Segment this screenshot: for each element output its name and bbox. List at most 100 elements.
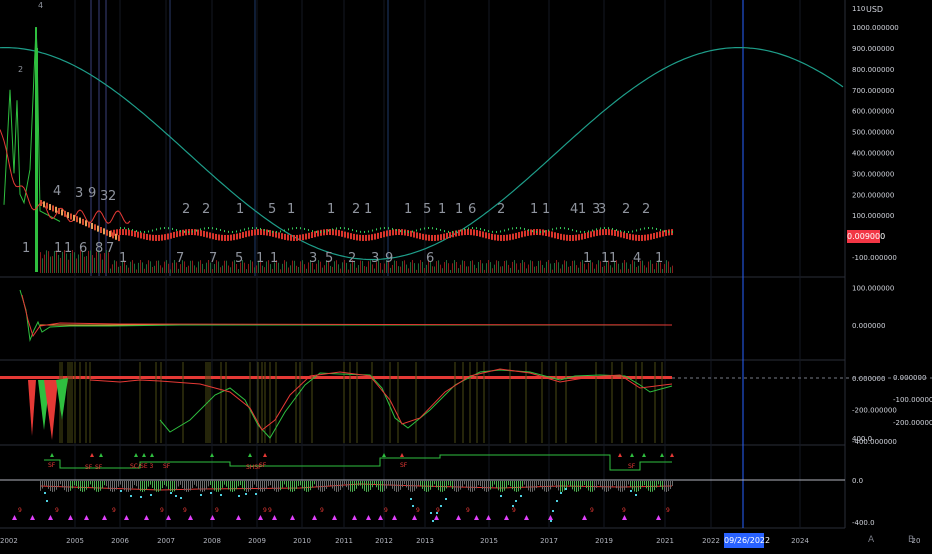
signal-dot	[496, 230, 497, 233]
signal-dot	[452, 230, 453, 233]
candle-bar	[641, 234, 643, 241]
volume-bar	[524, 262, 525, 273]
candle-bar	[100, 227, 102, 233]
oscillator3-histogram	[256, 481, 257, 487]
cyan-signal-dot	[210, 492, 212, 494]
volume-bar	[344, 260, 345, 273]
count-marker: 9	[590, 507, 594, 514]
cyan-signal-dot	[565, 488, 567, 490]
volume-bar	[662, 268, 663, 273]
signal-dot	[644, 227, 645, 230]
y-tick-label: 0.0	[852, 477, 863, 485]
oscillator3-histogram	[414, 481, 415, 491]
candle-bar	[134, 230, 136, 237]
candle-bar	[118, 235, 120, 242]
signal-dot	[176, 229, 177, 232]
volume-bar	[366, 266, 367, 273]
candle-bar	[545, 230, 547, 237]
oscillator3-histogram	[44, 481, 45, 486]
marker-number: 2	[108, 189, 116, 204]
y-tick-label: -400.0	[852, 519, 875, 527]
signal-dot	[208, 227, 209, 230]
volume-bar	[126, 265, 127, 273]
oscillator3-histogram	[392, 481, 393, 489]
candle-bar	[650, 233, 652, 240]
marker-number: 7	[106, 241, 114, 256]
signal-dot	[200, 228, 201, 231]
cyan-signal-dot	[238, 495, 240, 497]
oscillator3-histogram	[542, 481, 543, 490]
signal-dot	[668, 230, 669, 233]
candle-bar	[266, 229, 268, 236]
magenta-triangle	[622, 515, 627, 520]
oscillator3-histogram	[50, 481, 51, 492]
candle-bar	[170, 232, 172, 239]
oscillator3-histogram	[278, 481, 279, 492]
candle-bar	[569, 234, 571, 241]
candle-bar	[46, 202, 48, 209]
oscillator3-histogram	[170, 481, 171, 492]
signal-dot	[212, 227, 213, 230]
oscillator3-histogram	[660, 481, 661, 487]
candle-bar	[482, 231, 484, 238]
oscillator3-histogram	[620, 481, 621, 492]
candle-bar	[503, 234, 505, 241]
volume-bar	[596, 264, 597, 273]
marker-number: 9	[88, 186, 96, 201]
volume-bar	[342, 262, 343, 273]
volume-bar	[232, 261, 233, 273]
oscillator3-histogram	[650, 481, 651, 492]
signal-dot	[368, 230, 369, 233]
chart-svg[interactable]: 110 1000.000000 900.000000 800.000000 700.00…	[0, 0, 932, 550]
volume-bar	[580, 261, 581, 273]
chart-canvas[interactable]: 110 1000.000000 900.000000 800.000000 700.00…	[0, 0, 932, 550]
marker-number: 6	[426, 251, 434, 266]
volume-bar	[364, 266, 365, 273]
cyan-signal-dot	[46, 500, 48, 502]
oscillator3-histogram	[444, 481, 445, 491]
marker-number: 7	[209, 251, 217, 266]
volume-bar	[146, 264, 147, 273]
oscillator3-histogram	[312, 481, 313, 488]
oscillator3-histogram	[160, 481, 161, 491]
oscillator3-histogram	[184, 481, 185, 491]
candle-bar	[560, 233, 562, 240]
x-tick-label: 2010	[293, 537, 311, 545]
oscillator3-histogram	[612, 481, 613, 487]
signal-dot	[500, 230, 501, 233]
candle-bar	[182, 229, 184, 236]
signal-dot	[292, 227, 293, 230]
candle-bar	[40, 200, 42, 206]
oscillator3-histogram	[470, 481, 471, 492]
oscillator3-histogram	[268, 481, 269, 487]
volume-bar	[212, 269, 213, 273]
candle-bar	[152, 234, 154, 241]
auto-scale-button[interactable]: A	[868, 535, 874, 545]
log-scale-button[interactable]: B	[908, 535, 914, 545]
volume-bar	[198, 261, 199, 273]
cyan-signal-dot	[140, 496, 142, 498]
oscillator3-histogram	[600, 481, 601, 487]
oscillator3-histogram	[292, 481, 293, 492]
candle-bar	[626, 233, 628, 240]
volume-bar	[434, 266, 435, 273]
signal-dot	[256, 227, 257, 230]
signal-dot	[396, 229, 397, 232]
volume-bar	[474, 264, 475, 273]
volume-bar	[604, 265, 605, 273]
volume-bar	[374, 268, 375, 273]
oscillator3-histogram	[530, 481, 531, 492]
signal-dot	[128, 227, 129, 230]
signal-dot	[180, 230, 181, 233]
oscillator3-histogram	[262, 481, 263, 492]
candle-bar	[155, 234, 157, 241]
oscillator3-histogram	[636, 481, 637, 492]
marker-number: 4	[633, 251, 641, 266]
y-tick-label: 200.000000	[852, 191, 894, 199]
volume-bar	[68, 259, 69, 273]
volume-bar	[332, 266, 333, 273]
volume-bar	[196, 267, 197, 273]
candle-bar	[398, 229, 400, 236]
volume-bar	[220, 267, 221, 273]
signal-dot	[536, 230, 537, 233]
